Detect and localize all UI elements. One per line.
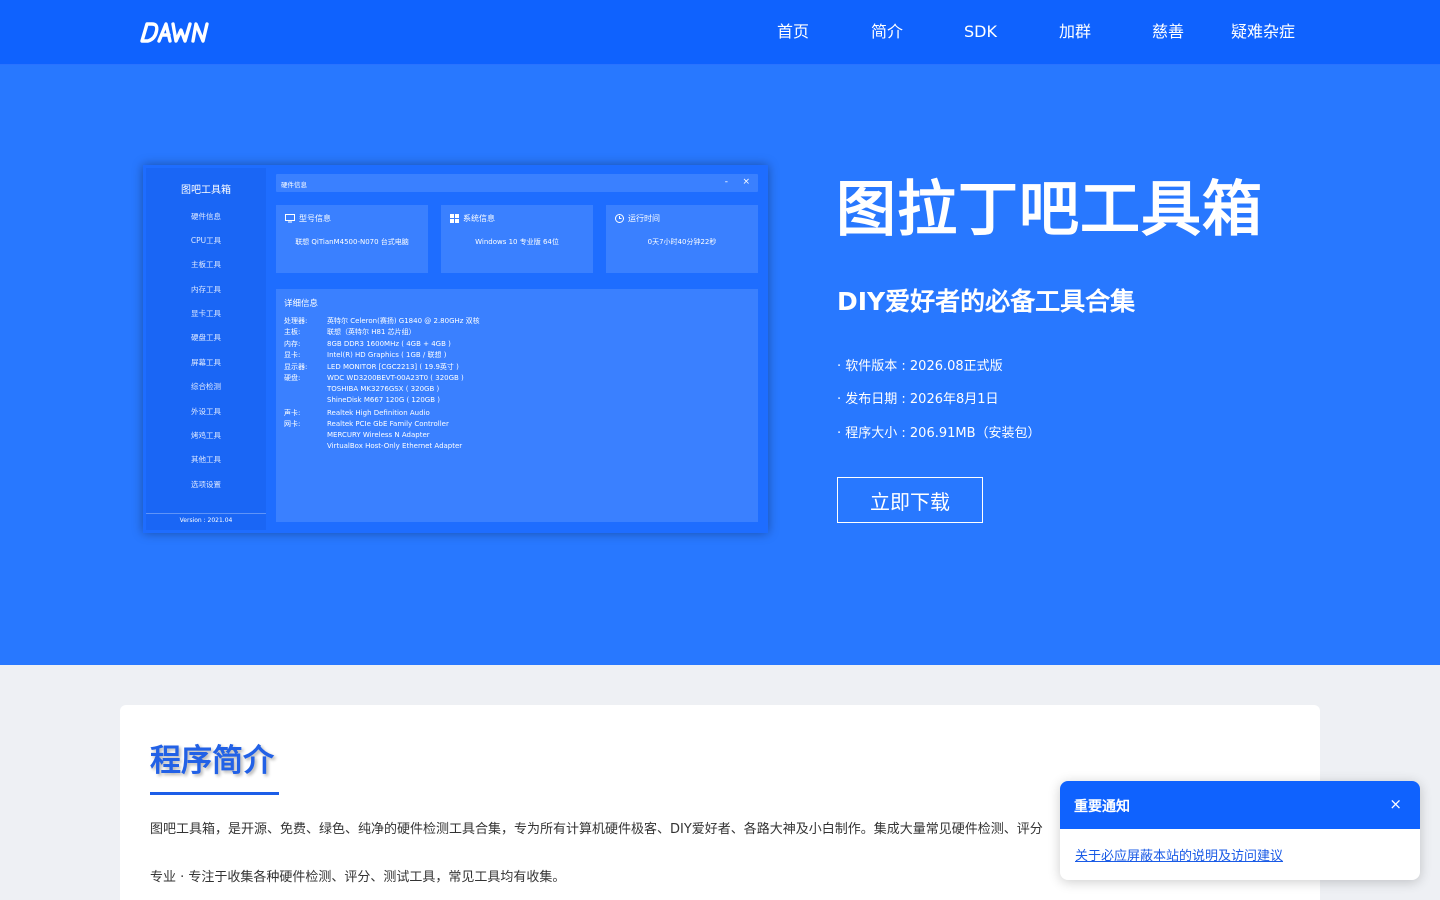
detail-row: 内存: 8GB DDR3 1600MHz ( 4GB + 4GB ) (284, 340, 451, 348)
uptime-card: 运行时间 0天7小时40分钟22秒 (606, 205, 758, 273)
app-sidebar-item: 其他工具 (191, 455, 221, 464)
app-sidebar-item: 硬盘工具 (191, 333, 221, 342)
app-sidebar-divider (146, 513, 266, 514)
app-sidebar-item: 内存工具 (191, 285, 221, 294)
close-icon: × (742, 177, 750, 187)
card-label: 运行时间 (628, 214, 660, 223)
logo-mark-icon (140, 22, 209, 43)
notice-popup: 重要通知 × 关于必应屏蔽本站的说明及访问建议 (1060, 781, 1420, 880)
detail-row: 网卡: Realtek PCIe GbE Family Controller (284, 420, 449, 428)
app-titlebar: 硬件信息 - × (276, 174, 758, 192)
app-sidebar-item: CPU工具 (190, 236, 222, 245)
app-sidebar-item: 外设工具 (191, 407, 221, 416)
app-sidebar-item: 选项设置 (191, 480, 221, 489)
card-label: 系统信息 (463, 214, 495, 223)
notice-link[interactable]: 关于必应屏蔽本站的说明及访问建议 (1075, 845, 1283, 864)
close-icon[interactable]: × (1389, 795, 1402, 813)
hero-title: 图拉丁吧工具箱 (836, 175, 1263, 245)
card-label: 型号信息 (299, 214, 331, 223)
detail-row: 主板: 联想（英特尔 H81 芯片组） (284, 328, 416, 336)
intro-paragraph: 图吧工具箱，是开源、免费、绿色、纯净的硬件检测工具合集，专为所有计算机硬件极客、… (150, 822, 1043, 837)
minimize-icon: - (724, 177, 728, 187)
app-sidebar-item: 烤鸡工具 (191, 431, 221, 440)
app-sidebar-item: 主板工具 (191, 260, 221, 269)
detail-row: TOSHIBA MK3276GSX ( 320GB ) (327, 385, 440, 393)
nav-faq[interactable]: 疑难杂症 (1231, 22, 1295, 42)
nav-sdk[interactable]: SDK (964, 22, 997, 42)
detail-row: MERCURY Wireless N Adapter (327, 431, 430, 439)
app-screenshot: 图吧工具箱 硬件信息 CPU工具 主板工具 内存工具 显卡工具 硬盘工具 屏幕工… (143, 165, 768, 533)
program-size: · 程序大小 : 206.91MB（安装包） (837, 426, 1041, 441)
system-info-card: 系统信息 Windows 10 专业版 64位 (441, 205, 593, 273)
model-info-card: 型号信息 联想 QiTianM4500-N070 台式电脑 (276, 205, 428, 273)
app-sidebar: 图吧工具箱 硬件信息 CPU工具 主板工具 内存工具 显卡工具 硬盘工具 屏幕工… (146, 168, 266, 530)
detail-panel: 详细信息 处理器: 英特尔 Celeron(赛扬) G1840 @ 2.80GHz… (276, 289, 758, 522)
detail-row: VirtualBox Host-Only Ethernet Adapter (327, 442, 463, 450)
dawn-logo[interactable] (140, 20, 212, 44)
download-button[interactable]: 立即下载 (837, 477, 983, 523)
hero-subtitle: DIY爱好者的必备工具合集 (837, 287, 1136, 316)
app-sidebar-title: 图吧工具箱 (181, 185, 231, 196)
detail-row: 声卡: Realtek High Definition Audio (284, 409, 430, 417)
card-value: 0天7小时40分钟22秒 (647, 238, 717, 246)
detail-row: 处理器: 英特尔 Celeron(赛扬) G1840 @ 2.80GHz 双核 (284, 317, 480, 325)
detail-row: 硬盘: WDC WD3200BEVT-00A23T0 ( 320GB ) (284, 374, 464, 382)
release-date: · 发布日期 : 2026年8月1日 (837, 392, 999, 407)
app-sidebar-item: 综合检测 (191, 382, 221, 391)
nav-home[interactable]: 首页 (777, 22, 809, 42)
monitor-icon (285, 214, 295, 223)
clock-icon (615, 214, 624, 223)
intro-paragraph: 专业 · 专注于收集各种硬件检测、评分、测试工具，常见工具均有收集。 (150, 870, 566, 885)
detail-title: 详细信息 (284, 299, 319, 309)
windows-icon (450, 214, 459, 223)
hero-section: 图吧工具箱 硬件信息 CPU工具 主板工具 内存工具 显卡工具 硬盘工具 屏幕工… (0, 65, 1440, 665)
nav-charity[interactable]: 慈善 (1152, 22, 1184, 42)
app-sidebar-item: 硬件信息 (191, 212, 221, 221)
title-underline (150, 792, 279, 795)
card-value: Windows 10 专业版 64位 (475, 238, 559, 246)
intro-title: 程序简介 (150, 743, 274, 779)
app-sidebar-item: 屏幕工具 (191, 358, 221, 367)
top-navbar: 首页 简介 SDK 加群 慈善 疑难杂症 (0, 0, 1440, 65)
software-version: · 软件版本 : 2026.08正式版 (837, 359, 1003, 374)
detail-row: ShineDisk M667 120G ( 120GB ) (327, 396, 440, 404)
app-window-title: 硬件信息 (281, 181, 307, 189)
app-version: Version : 2021.04 (179, 517, 233, 524)
notice-title: 重要通知 (1074, 799, 1130, 815)
nav-join-group[interactable]: 加群 (1059, 22, 1091, 42)
card-value: 联想 QiTianM4500-N070 台式电脑 (295, 238, 409, 246)
nav-intro[interactable]: 简介 (871, 22, 903, 42)
app-sidebar-item: 显卡工具 (191, 309, 221, 318)
detail-row: 显示器: LED MONITOR [CGC2213] ( 19.9英寸 ) (284, 363, 459, 371)
detail-row: 显卡: Intel(R) HD Graphics ( 1GB / 联想 ) (284, 351, 447, 359)
